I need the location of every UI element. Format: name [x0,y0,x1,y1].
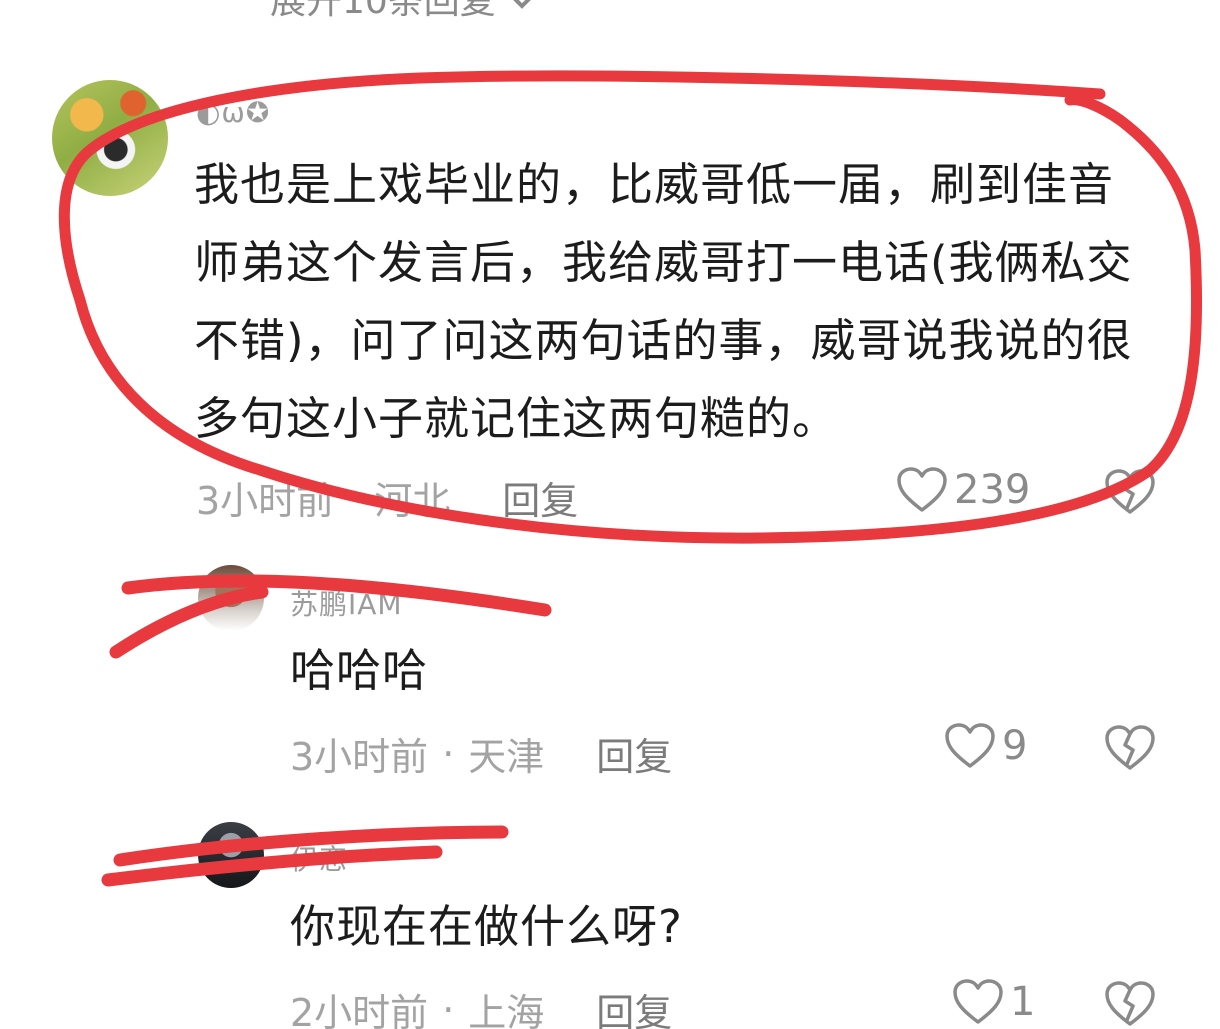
like-button[interactable]: 1 [952,978,1035,1026]
comment-text: 我也是上戏毕业的，比威哥低一届，刷到佳音 师弟这个发言后，我给威哥打一电话(我俩… [194,146,1194,458]
comment-line: 师弟这个发言后，我给威哥打一电话(我俩私交 [194,236,1133,289]
red-strike-annotation [101,845,443,887]
comment-username[interactable]: ◐ω✪ [196,96,270,129]
chevron-down-icon [506,0,538,19]
comment-text: 哈哈哈 [290,644,429,697]
dislike-button[interactable] [1104,980,1156,1028]
comment-location: 上海 [468,991,545,1029]
avatar[interactable] [198,565,264,631]
comment-username[interactable]: 伊恋 [290,838,348,878]
expand-replies-label: 展开10条回复 [270,0,496,22]
comment-thread: 展开10条回复 ◐ω✪ 我也是上戏毕业的，比威哥低一届，刷到佳音 师弟这个发言后… [0,0,1220,1029]
like-count: 239 [954,467,1031,513]
comment-meta: 2小时前 · 上海 回复 [290,982,672,1029]
dislike-button[interactable] [1104,468,1156,516]
comment-text: 你现在在做什么呀? [290,900,683,953]
avatar[interactable] [52,80,168,196]
reply-button[interactable]: 回复 [596,982,672,1029]
comment-meta: 3小时前 · 河北 回复 [196,470,578,525]
meta-separator: · [348,475,361,520]
meta-separator: · [442,987,455,1029]
comment-line: 不错)，问了问这两句话的事，威哥说我说的很 [194,314,1133,367]
broken-heart-icon [1104,980,1156,1028]
comment-location: 河北 [374,479,451,523]
comment-username[interactable]: 苏鹏IAM [290,583,403,623]
like-button[interactable]: 239 [896,466,1030,514]
comment-location: 天津 [468,735,545,779]
avatar[interactable] [198,822,264,888]
heart-icon [952,978,1004,1026]
comment-time: 3小时前 [196,479,335,523]
comment-time: 2小时前 [290,991,429,1029]
comment-line: 多句这小子就记住这两句糙的。 [194,392,839,445]
heart-icon [896,466,948,514]
comment-time: 3小时前 [290,735,429,779]
comment-line: 我也是上戏毕业的，比威哥低一届，刷到佳音 [194,158,1115,211]
reply-button[interactable]: 回复 [502,470,578,525]
dislike-button[interactable] [1104,724,1156,772]
broken-heart-icon [1104,724,1156,772]
heart-icon [944,722,996,770]
meta-separator: · [442,731,455,776]
like-button[interactable]: 9 [944,722,1027,770]
broken-heart-icon [1104,468,1156,516]
expand-replies-button[interactable]: 展开10条回复 [270,0,538,24]
like-count: 9 [1002,723,1028,769]
comment-meta: 3小时前 · 天津 回复 [290,726,672,781]
like-count: 1 [1010,979,1036,1025]
expand-replies[interactable]: 展开10条回复 [182,0,538,22]
reply-button[interactable]: 回复 [596,726,672,781]
